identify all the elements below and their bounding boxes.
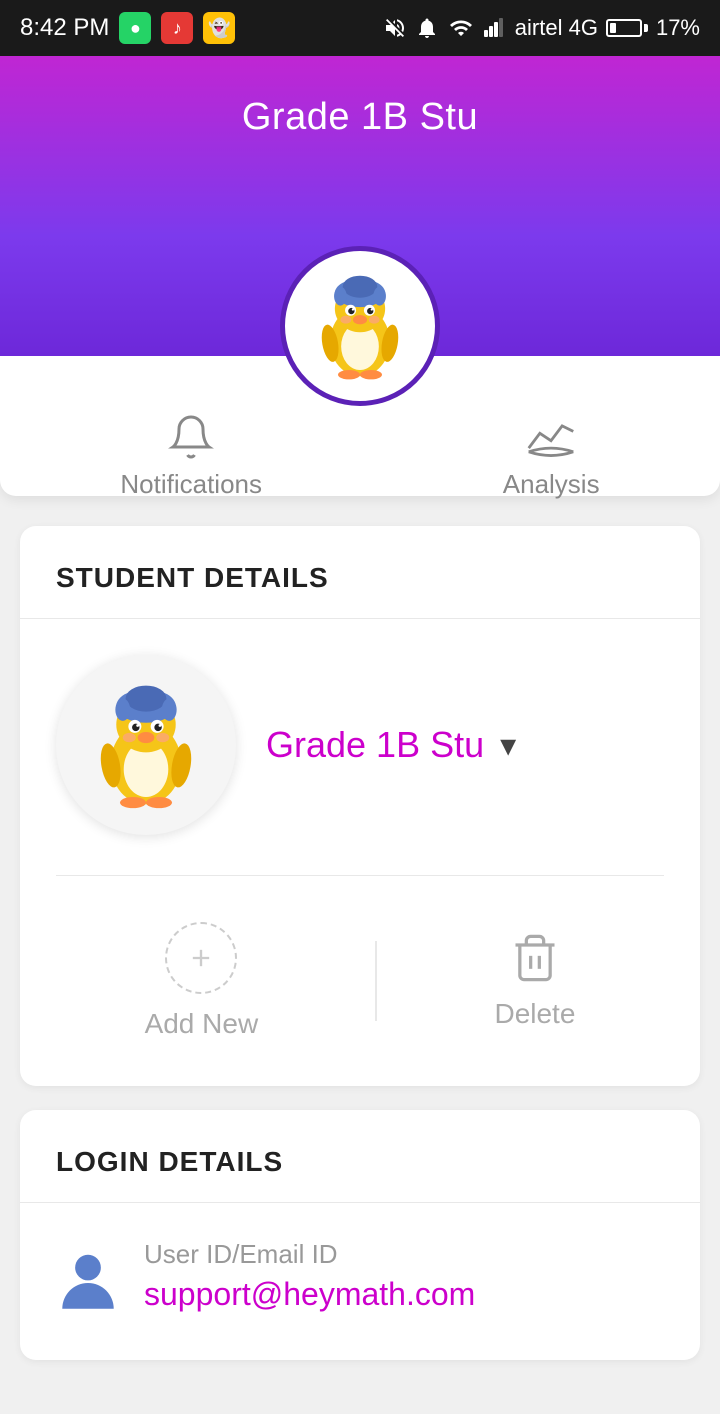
login-details-body: User ID/Email ID support@heymath.com [20, 1203, 700, 1360]
delete-button[interactable]: Delete [434, 922, 635, 1040]
alarm-icon [415, 16, 439, 40]
student-details-body: Grade 1B Stu ▾ Add New [20, 619, 700, 1086]
status-right: airtel 4G 17% [383, 15, 700, 41]
music-icon: ♪ [161, 12, 193, 44]
content-area: STUDENT DETAILS [0, 496, 720, 1414]
status-left: 8:42 PM ● ♪ 👻 [20, 12, 235, 44]
student-details-card: STUDENT DETAILS [20, 526, 700, 1086]
header-avatar [280, 246, 440, 406]
bell-icon [167, 413, 215, 461]
notifications-tab-label: Notifications [120, 469, 262, 500]
login-details-card: LOGIN DETAILS User ID/Email ID support@h… [20, 1110, 700, 1360]
status-bar: 8:42 PM ● ♪ 👻 airtel 4G [0, 0, 720, 56]
add-new-label: Add New [145, 1008, 259, 1040]
student-avatar [56, 655, 236, 835]
snapchat-icon: 👻 [203, 12, 235, 44]
login-email: support@heymath.com [144, 1276, 475, 1313]
login-details-header: LOGIN DETAILS [20, 1110, 700, 1203]
user-icon-container [56, 1247, 120, 1324]
student-details-header: STUDENT DETAILS [20, 526, 700, 619]
tab-analysis[interactable]: Analysis [463, 403, 640, 510]
delete-label: Delete [494, 998, 575, 1030]
header: Grade 1B Stu [0, 56, 720, 356]
user-icon [56, 1247, 120, 1319]
student-name-container: Grade 1B Stu ▾ [266, 724, 664, 766]
trash-icon [509, 932, 561, 984]
analysis-icon [525, 413, 577, 461]
header-title: Grade 1B Stu [242, 96, 478, 139]
analysis-tab-label: Analysis [503, 469, 600, 500]
wifi-icon [447, 16, 475, 40]
penguin-avatar-image [305, 271, 415, 381]
signal-icon [483, 16, 507, 40]
login-info: User ID/Email ID support@heymath.com [144, 1239, 475, 1313]
battery-indicator [606, 19, 648, 37]
login-label: User ID/Email ID [144, 1239, 475, 1270]
carrier-label: airtel 4G [515, 15, 598, 41]
add-new-button[interactable]: Add New [85, 912, 319, 1050]
chevron-down-icon[interactable]: ▾ [500, 726, 516, 764]
plus-icon [187, 944, 215, 972]
student-penguin-image [81, 680, 211, 810]
login-details-title: LOGIN DETAILS [56, 1146, 283, 1177]
add-icon [165, 922, 237, 994]
student-details-title: STUDENT DETAILS [56, 562, 329, 593]
tab-notifications[interactable]: Notifications [80, 403, 302, 510]
battery-percent: 17% [656, 15, 700, 41]
mute-icon [383, 16, 407, 40]
student-row: Grade 1B Stu ▾ [56, 655, 664, 835]
time: 8:42 PM [20, 14, 109, 42]
action-divider [375, 941, 377, 1021]
action-row: Add New Delete [56, 875, 664, 1050]
student-name: Grade 1B Stu [266, 724, 484, 766]
whatsapp-icon: ● [119, 12, 151, 44]
